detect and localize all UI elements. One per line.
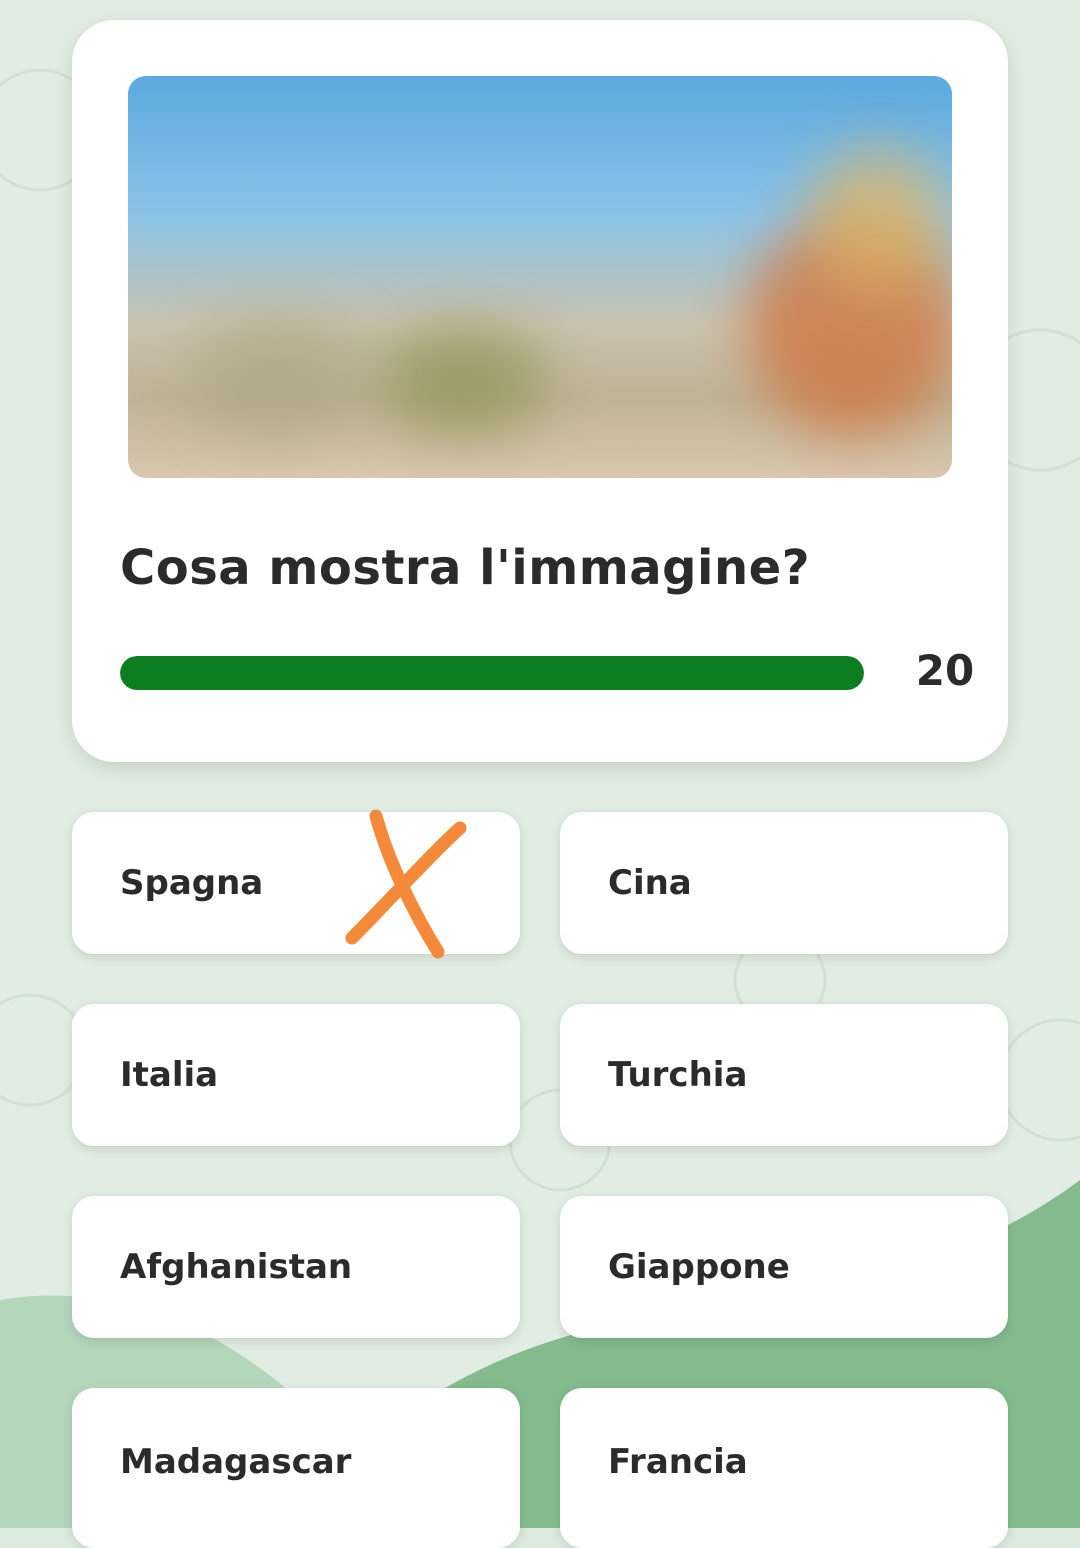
answer-label: Turchia — [608, 1055, 748, 1095]
answer-option-italia[interactable]: Italia — [72, 1004, 520, 1146]
answer-option-spagna[interactable]: Spagna — [72, 812, 520, 954]
answer-option-giappone[interactable]: Giappone — [560, 1196, 1008, 1338]
answer-label: Italia — [120, 1055, 219, 1095]
answer-option-francia[interactable]: Francia — [560, 1388, 1008, 1548]
answer-label: Francia — [608, 1442, 748, 1482]
answer-label: Spagna — [120, 863, 264, 903]
answer-label: Cina — [608, 863, 692, 903]
answer-label: Giappone — [608, 1247, 790, 1287]
answer-option-madagascar[interactable]: Madagascar — [72, 1388, 520, 1548]
answer-label: Afghanistan — [120, 1247, 353, 1287]
question-text: Cosa mostra l'immagine? — [120, 540, 811, 596]
answer-label: Madagascar — [120, 1442, 352, 1482]
timer-progress-bar — [120, 656, 864, 690]
question-image — [128, 76, 952, 478]
answer-option-turchia[interactable]: Turchia — [560, 1004, 1008, 1146]
timer-progress-fill — [120, 656, 864, 690]
timer-count: 20 — [915, 646, 975, 695]
answer-option-afghanistan[interactable]: Afghanistan — [72, 1196, 520, 1338]
answer-option-cina[interactable]: Cina — [560, 812, 1008, 954]
question-card: Cosa mostra l'immagine? 20 — [72, 20, 1008, 762]
